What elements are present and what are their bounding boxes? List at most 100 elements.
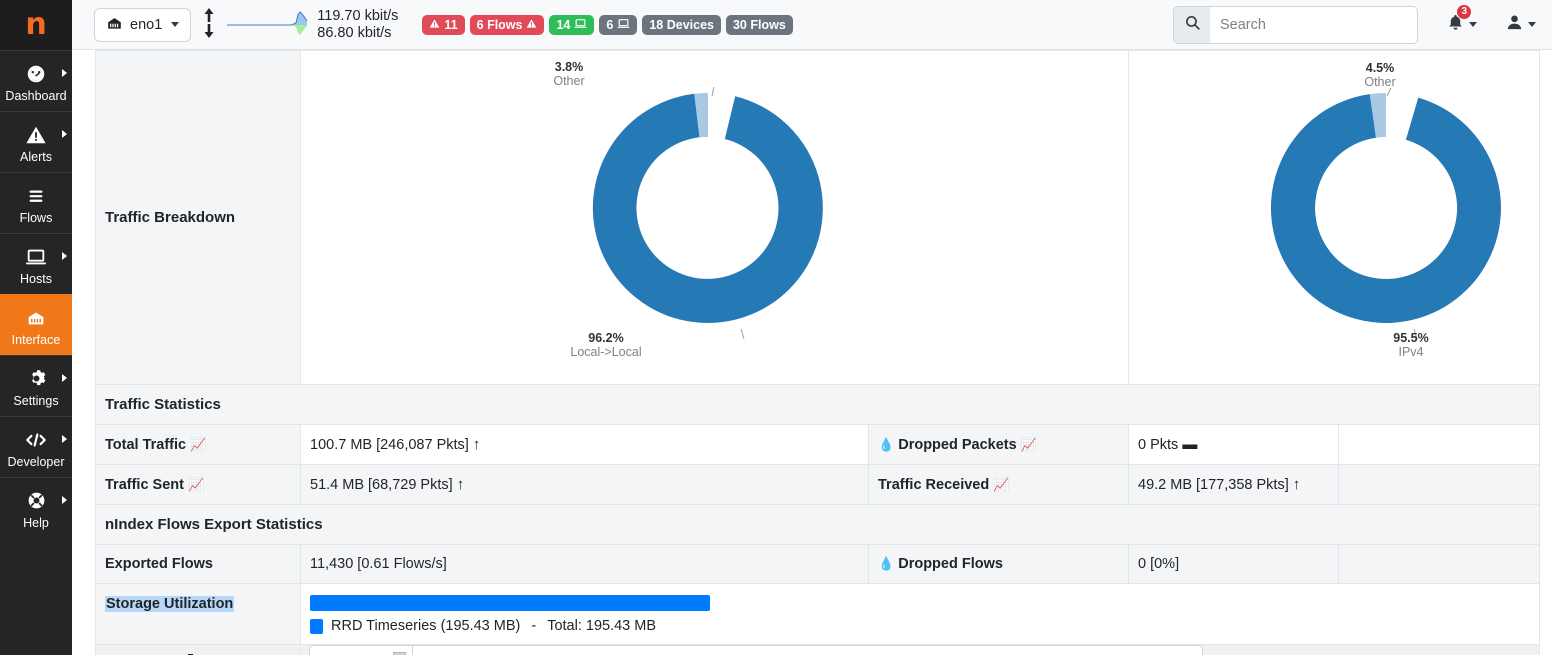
traffic-received-label: Traffic Received 📈 xyxy=(868,464,1129,505)
traffic-statistics-title: Traffic Statistics xyxy=(95,384,1540,425)
chart-icon[interactable]: 📈 xyxy=(188,477,204,492)
rate-download: 119.70 kbit/s xyxy=(317,7,399,24)
sidebar-item-flows[interactable]: Flows xyxy=(0,172,72,233)
storage-utilization-cell: RRD Timeseries (195.43 MB) - Total: 195.… xyxy=(300,583,1540,645)
donut1-other-percent: 3.8% xyxy=(554,60,584,74)
notifications-button[interactable]: 3 xyxy=(1446,4,1477,38)
sidebar-item-hosts[interactable]: Hosts xyxy=(0,233,72,294)
chevron-right-icon xyxy=(62,435,67,443)
clipped-controls-cell xyxy=(300,644,1540,655)
exported-flows-label: Exported Flows xyxy=(95,544,301,584)
clipped-input[interactable] xyxy=(413,645,1203,655)
dropped-packets-value: 0 Pkts ▬ xyxy=(1128,424,1339,465)
droplet-icon: 💧 xyxy=(878,436,895,452)
interface-selector[interactable]: eno1 xyxy=(94,7,192,42)
traffic-rates: 119.70 kbit/s 86.80 kbit/s xyxy=(317,8,398,42)
donut1-main-percent: 96.2% xyxy=(588,331,624,345)
sidebar-item-label: Developer xyxy=(7,455,65,469)
search-button[interactable] xyxy=(1173,5,1210,44)
sidebar: n Dashboard Alerts Flows Hosts Interface… xyxy=(0,0,72,655)
badge-remote-hosts[interactable]: 6 xyxy=(599,14,638,35)
chevron-right-icon xyxy=(62,496,67,504)
user-menu-button[interactable] xyxy=(1505,12,1536,37)
network-card-icon xyxy=(0,305,72,331)
value-text: 100.7 MB [246,087 Pkts] xyxy=(310,437,469,453)
brand-logo[interactable]: n xyxy=(0,0,72,50)
dropped-packets-label: 💧 Dropped Packets 📈 xyxy=(868,424,1129,465)
label-text: Dropped Flows xyxy=(898,556,1003,572)
sidebar-item-help[interactable]: Help xyxy=(0,477,72,538)
sidebar-item-settings[interactable]: Settings xyxy=(0,355,72,416)
chevron-right-icon xyxy=(62,252,67,260)
main-panel: Traffic Breakdown 3.8% Other 96.2% Local… xyxy=(72,50,1552,655)
chevron-down-icon xyxy=(1528,22,1536,27)
clipped-select[interactable] xyxy=(309,645,413,655)
empty-cell xyxy=(1338,464,1540,505)
table-row-traffic-statistics-header: Traffic Statistics xyxy=(95,384,1540,425)
empty-cell xyxy=(1338,544,1540,584)
badge-flows[interactable]: 30 Flows xyxy=(725,14,793,35)
status-badges: 11 6 Flows 14 6 18 Devices 30 Flows xyxy=(422,14,793,35)
sidebar-item-dashboard[interactable]: Dashboard xyxy=(0,50,72,111)
table-row-traffic-sent: Traffic Sent 📈 51.4 MB [68,729 Pkts] ↑ T… xyxy=(95,464,1540,505)
table-row-clipped-bottom xyxy=(95,644,1540,655)
warning-triangle-icon xyxy=(526,18,537,32)
search-input[interactable] xyxy=(1210,5,1418,44)
topbar: eno1 119.70 kbit/s 86.80 kbit/s 11 6 Flo… xyxy=(72,0,1552,50)
chart-icon[interactable]: 📈 xyxy=(993,477,1009,492)
donut-chart-direction[interactable]: 3.8% Other 96.2% Local->Local xyxy=(300,50,1129,385)
badge-alerts-count[interactable]: 11 xyxy=(422,14,465,35)
ntop-logo-icon: n xyxy=(25,7,47,42)
content-area: eno1 119.70 kbit/s 86.80 kbit/s 11 6 Flo… xyxy=(72,0,1552,655)
selected-text: Storage Utilization xyxy=(105,596,235,612)
chart-icon[interactable]: 📈 xyxy=(190,437,206,452)
storage-legend-label: RRD Timeseries (195.43 MB) xyxy=(331,618,521,634)
dropped-flows-value: 0 [0%] xyxy=(1128,544,1339,584)
storage-bar-fill[interactable] xyxy=(310,595,710,611)
storage-total-label: Total: 195.43 MB xyxy=(547,618,657,634)
sidebar-filler xyxy=(0,538,72,655)
donut-chart-protocol[interactable]: 4.5% Other 95.5% IPv4 xyxy=(1128,50,1540,385)
traffic-received-value: 49.2 MB [177,358 Pkts] ↑ xyxy=(1128,464,1339,505)
droplet-icon: 💧 xyxy=(878,556,895,571)
donut1-main-label: Local->Local xyxy=(570,345,642,359)
interface-name: eno1 xyxy=(130,16,163,33)
sidebar-item-label: Alerts xyxy=(20,150,52,164)
label-text: Traffic Received xyxy=(878,476,990,493)
sidebar-item-interface[interactable]: Interface xyxy=(0,294,72,355)
app-root: n Dashboard Alerts Flows Hosts Interface… xyxy=(0,0,1552,655)
sidebar-item-label: Hosts xyxy=(20,272,52,286)
donut1-other-label: Other xyxy=(553,74,585,88)
search-icon xyxy=(1184,14,1201,36)
badge-flow-alerts[interactable]: 6 Flows xyxy=(469,14,545,35)
sidebar-item-developer[interactable]: Developer xyxy=(0,416,72,477)
nindex-title: nIndex Flows Export Statistics xyxy=(95,504,1540,545)
interface-stats-table: Traffic Breakdown 3.8% Other 96.2% Local… xyxy=(95,50,1540,655)
table-row-traffic-breakdown: Traffic Breakdown 3.8% Other 96.2% Local… xyxy=(95,50,1540,385)
legend-color-swatch xyxy=(310,618,323,634)
chart-icon[interactable]: 📈 xyxy=(1021,437,1037,452)
storage-legend: RRD Timeseries (195.43 MB) - Total: 195.… xyxy=(310,618,1530,634)
label-text: Total Traffic xyxy=(105,436,187,453)
label-text: Traffic Sent xyxy=(105,476,184,493)
donut2-other-percent: 4.5% xyxy=(1365,61,1395,75)
table-row-exported-flows: Exported Flows 11,430 [0.61 Flows/s] 💧 D… xyxy=(95,544,1540,584)
value-text: 51.4 MB [68,729 Pkts] xyxy=(310,477,453,493)
sidebar-item-alerts[interactable]: Alerts xyxy=(0,111,72,172)
sidebar-item-label: Interface xyxy=(11,333,61,347)
traffic-sparkline xyxy=(227,8,308,42)
storage-bar-track xyxy=(310,595,1420,611)
flows-lines-icon xyxy=(0,183,72,209)
badge-devices[interactable]: 18 Devices xyxy=(642,14,721,35)
exported-flows-value: 11,430 [0.61 Flows/s] xyxy=(300,544,869,584)
chevron-down-icon xyxy=(171,22,180,27)
traffic-breakdown-title: Traffic Breakdown xyxy=(95,50,301,385)
sidebar-item-label: Flows xyxy=(19,211,53,225)
notification-count-badge: 3 xyxy=(1457,4,1471,19)
value-text: 0 Pkts xyxy=(1138,437,1179,453)
storage-utilization-label: Storage Utilization xyxy=(95,583,301,645)
arrow-up-icon: ↑ xyxy=(472,436,481,453)
table-row-storage-utilization: Storage Utilization RRD Timeseries (195.… xyxy=(95,583,1540,645)
total-traffic-label: Total Traffic 📈 xyxy=(95,424,301,465)
badge-local-hosts[interactable]: 14 xyxy=(549,14,595,35)
